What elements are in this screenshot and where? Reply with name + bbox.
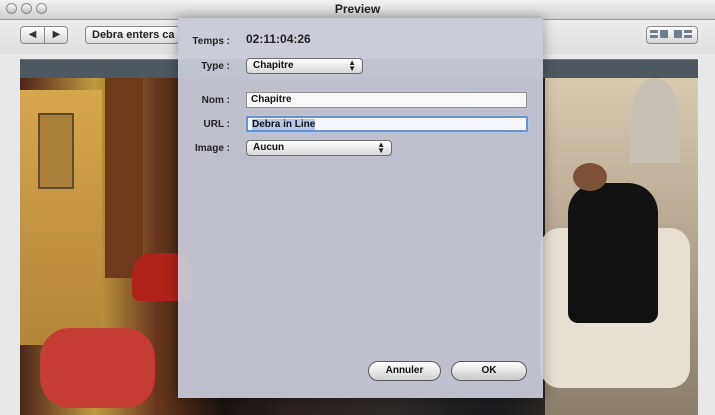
url-label: URL : [203, 119, 230, 130]
chevron-up-down-icon: ▲ ▼ [377, 140, 385, 155]
temps-label: Temps : [192, 36, 230, 47]
image-select[interactable]: Aucun ▲ ▼ [246, 140, 392, 156]
url-field[interactable]: Debra in Line [246, 116, 528, 132]
chapter-edit-sheet: Temps : 02:11:04:26 Type : Chapitre ▲ ▼ N… [178, 18, 543, 398]
type-select-value: Chapitre [253, 60, 294, 71]
back-button[interactable]: ◀ [21, 27, 44, 43]
ok-button[interactable]: OK [451, 361, 527, 381]
view-mode-group[interactable] [646, 26, 698, 44]
name-label: Nom : [201, 95, 230, 106]
temps-value: 02:11:04:26 [246, 32, 311, 46]
type-select[interactable]: Chapitre ▲ ▼ [246, 58, 363, 74]
image-label: Image : [194, 143, 230, 154]
chapter-selector[interactable]: Debra enters ca [85, 26, 180, 44]
cancel-button[interactable]: Annuler [368, 361, 441, 381]
title-bar: Preview [0, 0, 715, 20]
url-field-value: Debra in Line [252, 119, 316, 130]
navigation-button-group[interactable]: ◀ ▶ [20, 26, 68, 44]
preview-window: Preview ◀ ▶ Debra enters ca Temps: 02:1… [0, 0, 715, 415]
view-icon-2[interactable] [674, 30, 694, 40]
forward-button[interactable]: ▶ [45, 27, 68, 43]
chevron-up-down-icon: ▲ ▼ [348, 58, 356, 73]
view-icon-1[interactable] [650, 30, 670, 40]
image-select-value: Aucun [253, 142, 285, 153]
type-label: Type : [201, 61, 230, 72]
name-field[interactable]: Chapitre [246, 92, 527, 108]
window-title: Preview [334, 2, 381, 16]
